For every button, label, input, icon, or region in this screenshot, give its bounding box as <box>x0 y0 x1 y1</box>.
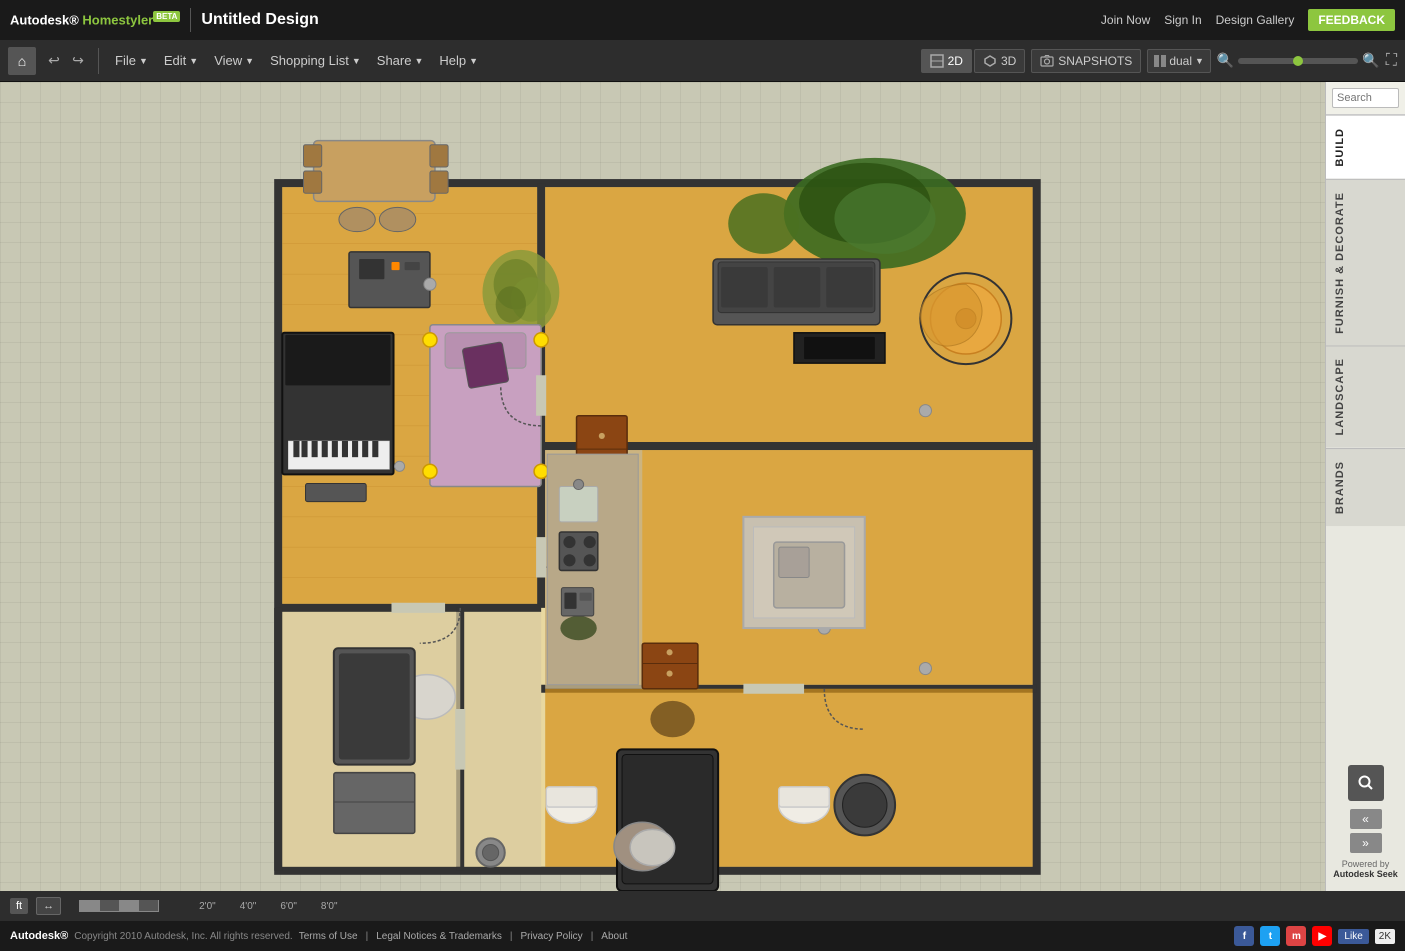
snapshots-button[interactable]: SNAPSHOTS <box>1031 49 1141 73</box>
dual-icon <box>1154 55 1166 67</box>
3d-view-button[interactable]: 3D <box>974 49 1025 73</box>
shopping-list-menu[interactable]: Shopping List ▼ <box>262 40 369 82</box>
panel-tabs: BUILD FURNISH & DECORATE LANDSCAPE BRAND… <box>1326 115 1405 759</box>
help-arrow-icon: ▼ <box>469 56 478 66</box>
view-switcher: 2D 3D <box>921 49 1026 73</box>
sign-in-link[interactable]: Sign In <box>1164 13 1201 27</box>
dual-arrow-icon: ▼ <box>1195 56 1204 66</box>
top-bar: Autodesk® HomestylerBETA Untitled Design… <box>0 0 1405 40</box>
footer-copyright: Copyright 2010 Autodesk, Inc. All rights… <box>74 931 292 942</box>
collapse-up-button[interactable]: « <box>1350 809 1382 829</box>
unit-button[interactable]: ft <box>10 898 28 914</box>
about-link[interactable]: About <box>601 931 627 942</box>
tab-build[interactable]: BUILD <box>1326 115 1405 179</box>
scale-4: 4'0" <box>240 901 257 912</box>
twitter-icon[interactable]: t <box>1260 926 1280 946</box>
search-icon <box>1358 775 1374 791</box>
zoom-in-icon[interactable]: 🔍 <box>1362 52 1379 69</box>
2d-view-button[interactable]: 2D <box>921 49 972 73</box>
file-menu[interactable]: File ▼ <box>107 40 156 82</box>
ruler-button[interactable]: ↔ <box>36 897 61 915</box>
undo-button[interactable]: ↩ <box>42 49 66 73</box>
toolbar-right: 2D 3D SNAPSHOTS dual ▼ 🔍 🔍 ⛶ <box>921 49 1397 73</box>
shopping-arrow-icon: ▼ <box>352 56 361 66</box>
like-button[interactable]: Like <box>1338 929 1368 944</box>
tab-brands[interactable]: BRANDS <box>1326 448 1405 526</box>
youtube-icon[interactable]: ▶ <box>1312 926 1332 946</box>
zoom-out-icon[interactable]: 🔍 <box>1217 52 1234 69</box>
canvas[interactable] <box>0 82 1325 891</box>
footer-autodesk-logo: Autodesk® <box>10 930 68 942</box>
edit-menu[interactable]: Edit ▼ <box>156 40 206 82</box>
divider <box>190 8 191 32</box>
autodesk-logo: Autodesk® HomestylerBETA <box>10 12 180 27</box>
myspace-icon[interactable]: m <box>1286 926 1306 946</box>
dual-button[interactable]: dual ▼ <box>1147 49 1211 73</box>
tab-furnish-decorate[interactable]: FURNISH & DECORATE <box>1326 179 1405 346</box>
zoom-bar: 🔍 🔍 <box>1217 52 1380 69</box>
camera-icon <box>1040 54 1054 68</box>
feedback-button[interactable]: FEEDBACK <box>1308 9 1395 31</box>
edit-arrow-icon: ▼ <box>189 56 198 66</box>
main-area: BUILD FURNISH & DECORATE LANDSCAPE BRAND… <box>0 82 1405 891</box>
collapse-down-button[interactable]: » <box>1350 833 1382 853</box>
scale-2: 2'0" <box>199 901 216 912</box>
help-menu[interactable]: Help ▼ <box>431 40 486 82</box>
zoom-thumb <box>1293 56 1303 66</box>
home-button[interactable]: ⌂ <box>8 47 36 75</box>
toolbar: ⌂ ↩ ↪ File ▼ Edit ▼ View ▼ Shopping List… <box>0 40 1405 82</box>
share-menu[interactable]: Share ▼ <box>369 40 432 82</box>
facebook-icon[interactable]: f <box>1234 926 1254 946</box>
floor-plan <box>0 82 1325 891</box>
design-title: Untitled Design <box>201 11 318 29</box>
topbar-right: Join Now Sign In Design Gallery FEEDBACK <box>1101 9 1395 31</box>
footer: Autodesk® Copyright 2010 Autodesk, Inc. … <box>0 921 1405 951</box>
seek-search-button[interactable] <box>1348 765 1384 801</box>
design-gallery-link[interactable]: Design Gallery <box>1216 13 1295 27</box>
zoom-slider[interactable] <box>1238 58 1358 64</box>
legal-link[interactable]: Legal Notices & Trademarks <box>376 931 502 942</box>
view-menu[interactable]: View ▼ <box>206 40 262 82</box>
scale-8: 8'0" <box>321 901 338 912</box>
beta-badge: BETA <box>153 11 180 22</box>
powered-by-label: Powered by Autodesk Seek <box>1326 855 1405 883</box>
footer-links: Terms of Use | Legal Notices & Trademark… <box>299 931 628 942</box>
tab-landscape[interactable]: LANDSCAPE <box>1326 345 1405 447</box>
product-name: Homestyler <box>82 13 153 28</box>
join-now-link[interactable]: Join Now <box>1101 13 1150 27</box>
terms-link[interactable]: Terms of Use <box>299 931 358 942</box>
view-arrow-icon: ▼ <box>245 56 254 66</box>
right-panel: BUILD FURNISH & DECORATE LANDSCAPE BRAND… <box>1325 82 1405 891</box>
share-arrow-icon: ▼ <box>414 56 423 66</box>
scale-6: 6'0" <box>280 901 297 912</box>
like-count: 2K <box>1375 929 1395 944</box>
panel-search-area <box>1326 82 1405 115</box>
2d-icon <box>930 54 944 68</box>
scale-marks <box>79 900 159 912</box>
redo-button[interactable]: ↪ <box>66 49 90 73</box>
topbar-left: Autodesk® HomestylerBETA Untitled Design <box>10 8 319 32</box>
ruler-icon: ↔ <box>43 900 54 912</box>
panel-collapse-area: « » Powered by Autodesk Seek <box>1326 807 1405 891</box>
privacy-link[interactable]: Privacy Policy <box>520 931 582 942</box>
toolbar-separator <box>98 48 99 74</box>
status-bar: ft ↔ 2'0" 4'0" 6'0" 8'0" <box>0 891 1405 921</box>
search-input[interactable] <box>1332 88 1399 108</box>
file-arrow-icon: ▼ <box>139 56 148 66</box>
3d-icon <box>983 54 997 68</box>
footer-left: Autodesk® Copyright 2010 Autodesk, Inc. … <box>10 930 627 942</box>
fullscreen-button[interactable]: ⛶ <box>1386 52 1397 70</box>
footer-right: f t m ▶ Like 2K <box>1234 926 1395 946</box>
